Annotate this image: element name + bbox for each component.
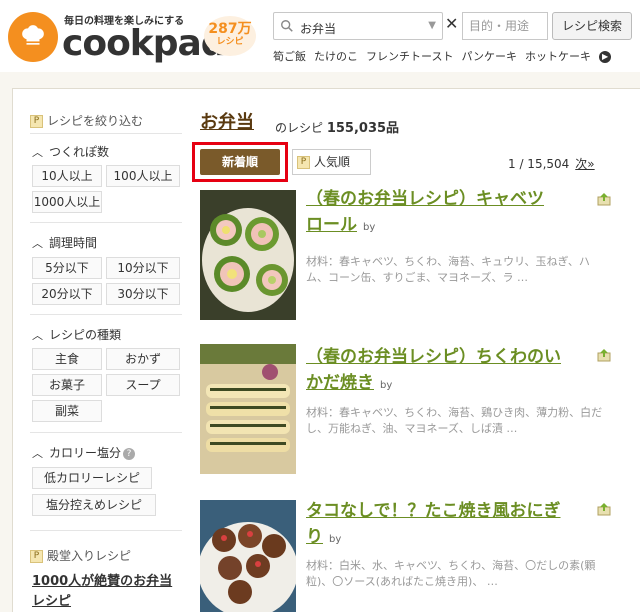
recipe-title-line[interactable]: かだ焼き [306, 373, 374, 393]
filter-chip[interactable]: 30分以下 [106, 283, 180, 305]
divider [30, 314, 182, 315]
filter-heading-label: レシピを絞り込む [47, 114, 144, 128]
save-recipe-icon[interactable] [596, 501, 612, 517]
result-count: のレシピ 155,035品 [275, 117, 399, 136]
filter-chip[interactable]: 副菜 [32, 400, 102, 422]
filter-chip[interactable]: 5分以下 [32, 257, 102, 279]
clear-search-icon[interactable]: ✕ [445, 14, 458, 33]
keyword-link[interactable]: たけのこ [314, 50, 358, 63]
keyword-link[interactable]: フレンチトースト [366, 50, 453, 63]
page-indicator: 1 / 15,504 [508, 157, 570, 171]
keyword-link[interactable]: 筍ご飯 [273, 50, 306, 63]
filter-chip[interactable]: 20分以下 [32, 283, 102, 305]
recipe-author-by: by [329, 534, 342, 545]
dropdown-caret-icon[interactable]: ▼ [428, 20, 436, 31]
recipe-thumbnail[interactable] [200, 190, 296, 320]
divider [30, 222, 182, 223]
recipe-title-line[interactable]: ロール [306, 215, 357, 235]
filter-chip[interactable]: 1000人以上 [32, 191, 102, 213]
recipe-title[interactable]: タコなしで！？たこ焼き風おにぎ り by [306, 498, 591, 553]
trending-keywords: 筍ご飯 たけのこ フレンチトースト パンケーキ ホットケーキ ▶ [273, 48, 619, 64]
recipe-title-line[interactable]: タコなしで！？たこ焼き風おにぎ [306, 501, 561, 521]
next-page-link[interactable]: 次» [575, 157, 594, 171]
filter-chip[interactable]: スープ [106, 374, 180, 396]
page-title[interactable]: お弁当 [200, 108, 254, 134]
calorie-section-title: カロリー塩分 [49, 446, 122, 460]
keyword-link[interactable]: パンケーキ [461, 50, 517, 63]
next-keywords-icon[interactable]: ▶ [599, 51, 612, 63]
recipe-count-badge: 287万 レシピ [204, 16, 256, 56]
recipe-author-by: by [363, 222, 376, 233]
hall-of-fame-title: 殿堂入りレシピ [47, 549, 132, 563]
recipe-search-button[interactable]: レシピ検索 [552, 12, 632, 40]
recipe-ingredients: 材料：白米、水、キャベツ、ちくわ、海苔、〇だしの素(顆粒)、〇ソース(あればたこ… [306, 559, 596, 588]
kind-section-title: レシピの種類 [49, 328, 122, 342]
chevron-up-icon: ︿ [32, 447, 43, 460]
result-count-prefix: のレシピ [275, 121, 324, 135]
selection-highlight [192, 142, 288, 182]
recipe-title-line[interactable]: （春のお弁当レシピ）キャベツ [306, 189, 544, 209]
recipe-title-line[interactable]: （春のお弁当レシピ）ちくわのい [306, 347, 561, 367]
time-section-toggle[interactable]: ︿ 調理時間 [32, 234, 97, 251]
search-value: お弁当 [300, 22, 337, 36]
calorie-section-toggle[interactable]: ︿ カロリー塩分? [32, 444, 136, 461]
p-badge-icon: P [297, 156, 310, 169]
header: 毎日の料理を楽しみにする cookpad 287万 レシピ お弁当 ▼ ✕ 目的… [0, 0, 640, 72]
save-recipe-icon[interactable] [596, 191, 612, 207]
keyword-link[interactable]: ホットケーキ [525, 50, 591, 63]
purpose-field[interactable]: 目的・用途 [462, 12, 548, 40]
divider [30, 530, 182, 531]
p-badge-icon: P [30, 115, 43, 128]
recipe-count-unit: レシピ [216, 37, 244, 47]
recipe-thumbnail[interactable] [200, 344, 296, 474]
p-badge-icon: P [30, 550, 43, 563]
chevron-up-icon: ︿ [32, 329, 43, 342]
recipe-ingredients: 材料：春キャベツ、ちくわ、海苔、鶏ひき肉、薄力粉、白だし、万能ねぎ、油、マヨネー… [306, 406, 603, 435]
filter-chip[interactable]: 10人以上 [32, 165, 102, 187]
filter-chip[interactable]: 主食 [32, 348, 102, 370]
filter-chip[interactable]: 塩分控えめレシピ [32, 494, 156, 516]
kind-section-toggle[interactable]: ︿ レシピの種類 [32, 326, 121, 343]
pagination: 1 / 15,504 次» [508, 155, 595, 172]
sort-popular-button[interactable]: P 人気順 [292, 149, 371, 175]
hall-of-fame-link[interactable]: 1000人が絶賛のお弁当レシピ [32, 572, 182, 612]
logo-icon[interactable] [8, 12, 58, 62]
recipe-author-by: by [380, 380, 393, 391]
divider [30, 432, 182, 433]
hall-of-fame-heading: P 殿堂入りレシピ [30, 547, 131, 564]
servings-section-title: つくれぽ数 [49, 145, 110, 159]
search-input[interactable]: お弁当 ▼ [273, 12, 443, 40]
recipe-title[interactable]: （春のお弁当レシピ）ちくわのい かだ焼き by [306, 344, 591, 399]
save-recipe-icon[interactable] [596, 347, 612, 363]
result-count-value: 155,035品 [326, 121, 400, 136]
search-icon [281, 20, 293, 32]
filter-chip[interactable]: お菓子 [32, 374, 102, 396]
filter-chip[interactable]: 100人以上 [106, 165, 180, 187]
time-section-title: 調理時間 [49, 236, 98, 250]
chevron-up-icon: ︿ [32, 146, 43, 159]
filter-chip[interactable]: 低カロリーレシピ [32, 467, 152, 489]
logo-wordmark[interactable]: cookpad [62, 24, 227, 64]
sort-popular-label: 人気順 [314, 155, 351, 169]
servings-section-toggle[interactable]: ︿ つくれぽ数 [32, 143, 109, 160]
recipe-title[interactable]: （春のお弁当レシピ）キャベツ ロール by [306, 186, 591, 241]
chevron-up-icon: ︿ [32, 237, 43, 250]
filter-chip[interactable]: おかず [106, 348, 180, 370]
recipe-count-number: 287万 [208, 21, 252, 37]
recipe-ingredients: 材料：春キャベツ、ちくわ、海苔、キュウリ、玉ねぎ、ハム、コーン缶、すりごま、マヨ… [306, 255, 590, 284]
help-icon[interactable]: ? [123, 447, 136, 460]
recipe-thumbnail[interactable] [200, 500, 296, 612]
divider [30, 133, 182, 134]
recipe-title-line[interactable]: り [306, 527, 323, 547]
filter-chip[interactable]: 10分以下 [106, 257, 180, 279]
filter-heading: P レシピを絞り込む [30, 112, 143, 129]
